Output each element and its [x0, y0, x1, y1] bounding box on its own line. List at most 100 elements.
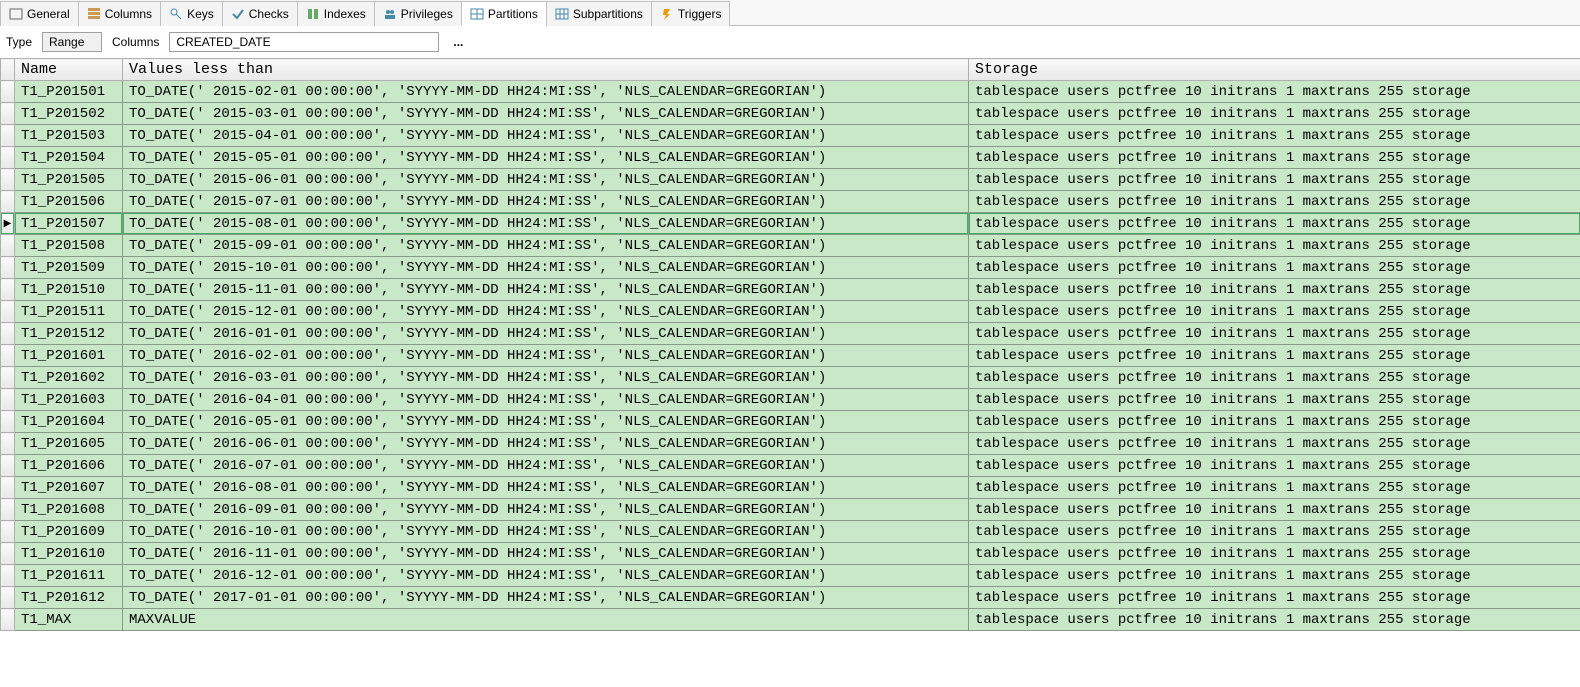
- type-field[interactable]: Range: [42, 32, 102, 52]
- row-gutter[interactable]: [1, 81, 15, 103]
- cell-name[interactable]: T1_P201502: [15, 103, 123, 125]
- cell-storage[interactable]: tablespace users pctfree 10 initrans 1 m…: [969, 543, 1580, 565]
- row-gutter[interactable]: [1, 543, 15, 565]
- cell-name[interactable]: T1_P201608: [15, 499, 123, 521]
- cell-name[interactable]: T1_P201606: [15, 455, 123, 477]
- cell-values[interactable]: TO_DATE(' 2016-06-01 00:00:00', 'SYYYY-M…: [123, 433, 969, 455]
- table-row[interactable]: T1_P201612TO_DATE(' 2017-01-01 00:00:00'…: [1, 587, 1580, 609]
- row-gutter[interactable]: [1, 433, 15, 455]
- tab-triggers[interactable]: Triggers: [651, 1, 731, 26]
- cell-name[interactable]: T1_P201601: [15, 345, 123, 367]
- row-gutter[interactable]: [1, 279, 15, 301]
- column-values[interactable]: Values less than: [123, 59, 969, 81]
- cell-name[interactable]: T1_MAX: [15, 609, 123, 631]
- row-gutter[interactable]: [1, 323, 15, 345]
- cell-storage[interactable]: tablespace users pctfree 10 initrans 1 m…: [969, 587, 1580, 609]
- table-row[interactable]: T1_P201501TO_DATE(' 2015-02-01 00:00:00'…: [1, 81, 1580, 103]
- cell-name[interactable]: T1_P201607: [15, 477, 123, 499]
- cell-name[interactable]: T1_P201603: [15, 389, 123, 411]
- row-gutter[interactable]: ▶: [1, 213, 15, 235]
- cell-storage[interactable]: tablespace users pctfree 10 initrans 1 m…: [969, 499, 1580, 521]
- table-row[interactable]: T1_P201608TO_DATE(' 2016-09-01 00:00:00'…: [1, 499, 1580, 521]
- table-row[interactable]: T1_P201504TO_DATE(' 2015-05-01 00:00:00'…: [1, 147, 1580, 169]
- cell-name[interactable]: T1_P201504: [15, 147, 123, 169]
- partitions-grid[interactable]: Name Values less than Storage T1_P201501…: [0, 58, 1580, 631]
- cell-storage[interactable]: tablespace users pctfree 10 initrans 1 m…: [969, 213, 1580, 235]
- cell-values[interactable]: TO_DATE(' 2016-03-01 00:00:00', 'SYYYY-M…: [123, 367, 969, 389]
- table-row[interactable]: T1_P201611TO_DATE(' 2016-12-01 00:00:00'…: [1, 565, 1580, 587]
- cell-values[interactable]: TO_DATE(' 2015-11-01 00:00:00', 'SYYYY-M…: [123, 279, 969, 301]
- table-row[interactable]: T1_P201502TO_DATE(' 2015-03-01 00:00:00'…: [1, 103, 1580, 125]
- table-row[interactable]: T1_P201603TO_DATE(' 2016-04-01 00:00:00'…: [1, 389, 1580, 411]
- table-row[interactable]: T1_P201512TO_DATE(' 2016-01-01 00:00:00'…: [1, 323, 1580, 345]
- cell-name[interactable]: T1_P201612: [15, 587, 123, 609]
- row-gutter[interactable]: [1, 125, 15, 147]
- cell-values[interactable]: TO_DATE(' 2016-12-01 00:00:00', 'SYYYY-M…: [123, 565, 969, 587]
- cell-name[interactable]: T1_P201505: [15, 169, 123, 191]
- row-gutter[interactable]: [1, 477, 15, 499]
- tab-checks[interactable]: Checks: [222, 1, 298, 26]
- table-row[interactable]: T1_P201511TO_DATE(' 2015-12-01 00:00:00'…: [1, 301, 1580, 323]
- cell-values[interactable]: TO_DATE(' 2016-04-01 00:00:00', 'SYYYY-M…: [123, 389, 969, 411]
- cell-values[interactable]: TO_DATE(' 2016-09-01 00:00:00', 'SYYYY-M…: [123, 499, 969, 521]
- tab-general[interactable]: General: [0, 1, 79, 26]
- cell-name[interactable]: T1_P201602: [15, 367, 123, 389]
- cell-name[interactable]: T1_P201506: [15, 191, 123, 213]
- cell-values[interactable]: TO_DATE(' 2015-08-01 00:00:00', 'SYYYY-M…: [123, 213, 969, 235]
- cell-values[interactable]: TO_DATE(' 2015-09-01 00:00:00', 'SYYYY-M…: [123, 235, 969, 257]
- cell-storage[interactable]: tablespace users pctfree 10 initrans 1 m…: [969, 301, 1580, 323]
- row-gutter[interactable]: [1, 609, 15, 631]
- table-row[interactable]: T1_P201506TO_DATE(' 2015-07-01 00:00:00'…: [1, 191, 1580, 213]
- row-gutter[interactable]: [1, 191, 15, 213]
- cell-name[interactable]: T1_P201510: [15, 279, 123, 301]
- table-row[interactable]: T1_P201605TO_DATE(' 2016-06-01 00:00:00'…: [1, 433, 1580, 455]
- cell-values[interactable]: TO_DATE(' 2015-02-01 00:00:00', 'SYYYY-M…: [123, 81, 969, 103]
- cell-storage[interactable]: tablespace users pctfree 10 initrans 1 m…: [969, 455, 1580, 477]
- table-row[interactable]: T1_P201505TO_DATE(' 2015-06-01 00:00:00'…: [1, 169, 1580, 191]
- cell-storage[interactable]: tablespace users pctfree 10 initrans 1 m…: [969, 235, 1580, 257]
- cell-name[interactable]: T1_P201604: [15, 411, 123, 433]
- row-gutter[interactable]: [1, 499, 15, 521]
- cell-values[interactable]: TO_DATE(' 2015-03-01 00:00:00', 'SYYYY-M…: [123, 103, 969, 125]
- row-gutter[interactable]: [1, 367, 15, 389]
- columns-browse-button[interactable]: ...: [449, 35, 467, 49]
- column-name[interactable]: Name: [15, 59, 123, 81]
- cell-storage[interactable]: tablespace users pctfree 10 initrans 1 m…: [969, 389, 1580, 411]
- cell-name[interactable]: T1_P201610: [15, 543, 123, 565]
- table-row[interactable]: T1_P201503TO_DATE(' 2015-04-01 00:00:00'…: [1, 125, 1580, 147]
- table-row[interactable]: T1_P201607TO_DATE(' 2016-08-01 00:00:00'…: [1, 477, 1580, 499]
- cell-storage[interactable]: tablespace users pctfree 10 initrans 1 m…: [969, 147, 1580, 169]
- row-gutter[interactable]: [1, 169, 15, 191]
- cell-values[interactable]: TO_DATE(' 2016-05-01 00:00:00', 'SYYYY-M…: [123, 411, 969, 433]
- cell-storage[interactable]: tablespace users pctfree 10 initrans 1 m…: [969, 191, 1580, 213]
- cell-name[interactable]: T1_P201611: [15, 565, 123, 587]
- tab-subpartitions[interactable]: Subpartitions: [546, 1, 652, 26]
- cell-name[interactable]: T1_P201605: [15, 433, 123, 455]
- cell-values[interactable]: TO_DATE(' 2015-06-01 00:00:00', 'SYYYY-M…: [123, 169, 969, 191]
- tab-partitions[interactable]: Partitions: [461, 1, 547, 26]
- cell-storage[interactable]: tablespace users pctfree 10 initrans 1 m…: [969, 103, 1580, 125]
- row-gutter[interactable]: [1, 103, 15, 125]
- row-gutter[interactable]: [1, 587, 15, 609]
- cell-storage[interactable]: tablespace users pctfree 10 initrans 1 m…: [969, 279, 1580, 301]
- tab-keys[interactable]: Keys: [160, 1, 223, 26]
- cell-name[interactable]: T1_P201512: [15, 323, 123, 345]
- table-row[interactable]: T1_P201508TO_DATE(' 2015-09-01 00:00:00'…: [1, 235, 1580, 257]
- table-row[interactable]: T1_MAXMAXVALUEtablespace users pctfree 1…: [1, 609, 1580, 631]
- row-gutter[interactable]: [1, 235, 15, 257]
- cell-storage[interactable]: tablespace users pctfree 10 initrans 1 m…: [969, 81, 1580, 103]
- cell-storage[interactable]: tablespace users pctfree 10 initrans 1 m…: [969, 609, 1580, 631]
- table-row[interactable]: T1_P201602TO_DATE(' 2016-03-01 00:00:00'…: [1, 367, 1580, 389]
- cell-storage[interactable]: tablespace users pctfree 10 initrans 1 m…: [969, 125, 1580, 147]
- table-row[interactable]: T1_P201509TO_DATE(' 2015-10-01 00:00:00'…: [1, 257, 1580, 279]
- row-gutter[interactable]: [1, 257, 15, 279]
- cell-name[interactable]: T1_P201501: [15, 81, 123, 103]
- cell-storage[interactable]: tablespace users pctfree 10 initrans 1 m…: [969, 257, 1580, 279]
- cell-name[interactable]: T1_P201508: [15, 235, 123, 257]
- cell-values[interactable]: TO_DATE(' 2016-11-01 00:00:00', 'SYYYY-M…: [123, 543, 969, 565]
- cell-name[interactable]: T1_P201511: [15, 301, 123, 323]
- cell-values[interactable]: MAXVALUE: [123, 609, 969, 631]
- column-storage[interactable]: Storage: [969, 59, 1580, 81]
- cell-storage[interactable]: tablespace users pctfree 10 initrans 1 m…: [969, 323, 1580, 345]
- cell-values[interactable]: TO_DATE(' 2015-12-01 00:00:00', 'SYYYY-M…: [123, 301, 969, 323]
